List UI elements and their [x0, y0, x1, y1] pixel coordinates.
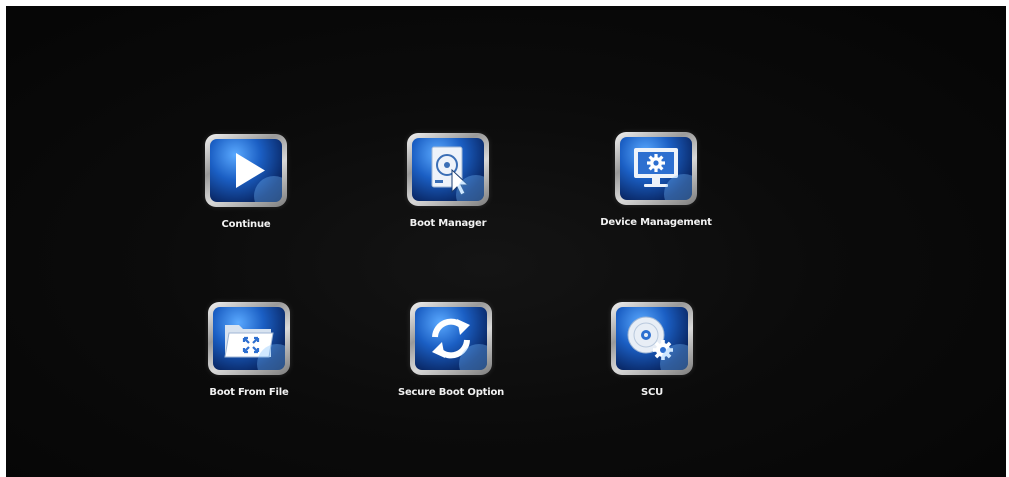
secure-boot-option-label: Secure Boot Option [397, 387, 505, 398]
continue-tile-frame [205, 134, 287, 207]
scu-label: SCU [640, 387, 664, 398]
monitor-gear-icon [634, 148, 678, 187]
bios-menu-screen: Continue Boot Manager Device Management … [6, 6, 1006, 477]
boot-manager-tile-frame [407, 133, 489, 206]
boot-manager-label: Boot Manager [409, 218, 487, 229]
device-management-label: Device Management [600, 217, 712, 228]
boot-from-file-button[interactable]: Boot From File [169, 302, 329, 422]
refresh-arrows-icon [432, 318, 470, 359]
boot-from-file-tile-frame [208, 302, 290, 375]
secure-boot-option-tile-frame [410, 302, 492, 375]
disc-gear-icon [627, 316, 673, 360]
scu-button[interactable]: SCU [572, 302, 732, 422]
device-management-button[interactable]: Device Management [576, 132, 736, 252]
secure-boot-option-button[interactable]: Secure Boot Option [371, 302, 531, 422]
boot-manager-button[interactable]: Boot Manager [368, 133, 528, 253]
continue-button[interactable]: Continue [166, 134, 326, 254]
continue-label: Continue [221, 219, 271, 230]
boot-from-file-label: Boot From File [209, 387, 289, 398]
device-management-tile-frame [615, 132, 697, 205]
disk-cursor-icon [431, 146, 470, 196]
play-icon [236, 153, 265, 188]
folder-icon [224, 325, 274, 358]
scu-tile-frame [611, 302, 693, 375]
